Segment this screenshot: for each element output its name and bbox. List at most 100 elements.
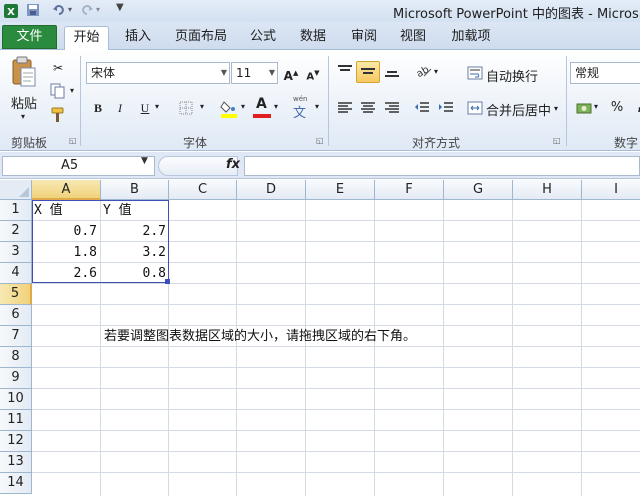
orientation-icon[interactable]: ab xyxy=(414,63,432,79)
percent-style-button[interactable]: % xyxy=(607,98,627,118)
align-bottom-icon[interactable] xyxy=(384,64,400,78)
select-all-button[interactable] xyxy=(0,180,32,200)
grow-font-button[interactable]: A▲ xyxy=(281,63,301,83)
align-left-icon[interactable] xyxy=(337,101,353,115)
cell-b4[interactable]: 0.8 xyxy=(101,264,169,284)
column-header[interactable]: H xyxy=(513,180,582,200)
cell-a3[interactable]: 1.8 xyxy=(32,243,100,263)
phonetic-dropdown-icon[interactable]: ▾ xyxy=(315,102,319,111)
column-header[interactable]: D xyxy=(237,180,306,200)
cell-a1[interactable]: X 值 xyxy=(34,201,63,221)
undo-icon[interactable] xyxy=(52,3,66,17)
font-size-select[interactable]: 11 ▼ xyxy=(231,62,278,84)
customize-quick-access-icon[interactable]: ▼ xyxy=(116,2,124,13)
paste-button[interactable]: 粘贴 xyxy=(11,93,37,112)
accounting-dropdown-icon[interactable]: ▾ xyxy=(594,102,598,111)
cell-b1[interactable]: Y 值 xyxy=(103,201,132,221)
redo-icon[interactable] xyxy=(80,3,94,17)
cell-b2[interactable]: 2.7 xyxy=(101,222,169,242)
wrap-text-button[interactable]: 自动换行 xyxy=(486,66,538,85)
range-resize-handle[interactable] xyxy=(165,279,170,284)
row-header[interactable]: 3 xyxy=(0,242,32,263)
font-color-button[interactable]: A xyxy=(253,96,271,118)
align-right-icon[interactable] xyxy=(384,101,400,115)
accounting-format-icon[interactable] xyxy=(576,100,592,116)
row-header[interactable]: 11 xyxy=(0,410,32,431)
name-box[interactable]: A5 xyxy=(2,156,155,176)
fill-color-dropdown-icon[interactable]: ▾ xyxy=(241,102,245,111)
save-icon[interactable] xyxy=(26,3,40,17)
italic-button[interactable]: I xyxy=(110,98,130,118)
column-header[interactable]: E xyxy=(306,180,375,200)
align-center-icon[interactable] xyxy=(360,101,376,115)
row-header[interactable]: 9 xyxy=(0,368,32,389)
font-color-dropdown-icon[interactable]: ▾ xyxy=(274,102,278,111)
paste-dropdown-icon[interactable]: ▾ xyxy=(21,112,25,121)
column-header[interactable]: C xyxy=(169,180,237,200)
column-header[interactable]: B xyxy=(101,180,169,200)
excel-logo-icon[interactable]: X xyxy=(3,3,19,19)
phonetic-guide-button[interactable]: wén 文 xyxy=(289,95,315,121)
tab-insert[interactable]: 插入 xyxy=(116,26,160,50)
tab-file[interactable]: 文件 xyxy=(2,25,57,49)
increase-indent-icon[interactable] xyxy=(438,101,454,115)
fill-color-icon[interactable] xyxy=(220,98,238,118)
tab-add-ins[interactable]: 加载项 xyxy=(442,26,500,50)
underline-button[interactable]: U xyxy=(135,98,155,118)
format-painter-icon[interactable] xyxy=(50,107,66,123)
merge-center-button[interactable]: 合并后居中 xyxy=(486,100,551,119)
font-launcher-icon[interactable]: ◱ xyxy=(316,136,326,146)
undo-dropdown-icon[interactable]: ▾ xyxy=(68,5,72,14)
cell-b3[interactable]: 3.2 xyxy=(101,243,169,263)
clipboard-launcher-icon[interactable]: ◱ xyxy=(69,136,79,146)
merge-center-dropdown-icon[interactable]: ▾ xyxy=(554,104,558,113)
align-top-icon[interactable] xyxy=(337,64,353,78)
column-header[interactable]: I xyxy=(582,180,640,200)
paste-icon[interactable] xyxy=(11,56,37,88)
align-middle-button[interactable] xyxy=(356,61,380,83)
redo-dropdown-icon[interactable]: ▾ xyxy=(96,5,100,14)
wrap-text-icon[interactable] xyxy=(467,66,483,80)
cut-icon[interactable]: ✂ xyxy=(48,58,68,78)
copy-icon[interactable] xyxy=(50,83,66,99)
tab-page-layout[interactable]: 页面布局 xyxy=(168,26,234,50)
chevron-down-icon[interactable]: ▼ xyxy=(141,156,148,166)
alignment-launcher-icon[interactable]: ◱ xyxy=(553,136,563,146)
borders-icon[interactable] xyxy=(178,100,194,116)
row-header[interactable]: 7 xyxy=(0,326,32,347)
merge-center-icon[interactable] xyxy=(467,101,483,115)
row-header[interactable]: 8 xyxy=(0,347,32,368)
copy-dropdown-icon[interactable]: ▾ xyxy=(70,86,74,95)
font-name-select[interactable]: 宋体 ▼ xyxy=(86,62,230,84)
comma-style-button[interactable]: , xyxy=(630,96,640,116)
tab-formulas[interactable]: 公式 xyxy=(243,26,283,50)
row-header[interactable]: 14 xyxy=(0,473,32,494)
column-header[interactable]: A xyxy=(32,180,101,200)
tab-data[interactable]: 数据 xyxy=(293,26,333,50)
tab-view[interactable]: 视图 xyxy=(393,26,433,50)
tab-home[interactable]: 开始 xyxy=(64,26,109,50)
row-header[interactable]: 5 xyxy=(0,284,32,305)
formula-input[interactable] xyxy=(244,156,640,176)
row-header[interactable]: 4 xyxy=(0,263,32,284)
cell-b7-note[interactable]: 若要调整图表数据区域的大小，请拖拽区域的右下角。 xyxy=(104,327,416,347)
bold-button[interactable]: B xyxy=(88,98,108,118)
row-header[interactable]: 6 xyxy=(0,305,32,326)
row-header[interactable]: 1 xyxy=(0,200,32,221)
number-format-select[interactable]: 常规 xyxy=(570,62,640,84)
row-header[interactable]: 13 xyxy=(0,452,32,473)
underline-dropdown-icon[interactable]: ▾ xyxy=(155,102,159,111)
tab-review[interactable]: 审阅 xyxy=(344,26,384,50)
borders-dropdown-icon[interactable]: ▾ xyxy=(200,102,204,111)
row-header[interactable]: 10 xyxy=(0,389,32,410)
cell-a4[interactable]: 2.6 xyxy=(32,264,100,284)
row-header[interactable]: 12 xyxy=(0,431,32,452)
row-header[interactable]: 2 xyxy=(0,221,32,242)
shrink-font-button[interactable]: A▼ xyxy=(303,63,323,83)
orientation-dropdown-icon[interactable]: ▾ xyxy=(434,67,438,76)
decrease-indent-icon[interactable] xyxy=(414,101,430,115)
column-header[interactable]: G xyxy=(444,180,513,200)
cell-a2[interactable]: 0.7 xyxy=(32,222,100,242)
column-header[interactable]: F xyxy=(375,180,444,200)
worksheet-grid[interactable]: A B C D E F G H I 1 2 3 4 5 6 7 8 9 10 1… xyxy=(0,180,640,496)
